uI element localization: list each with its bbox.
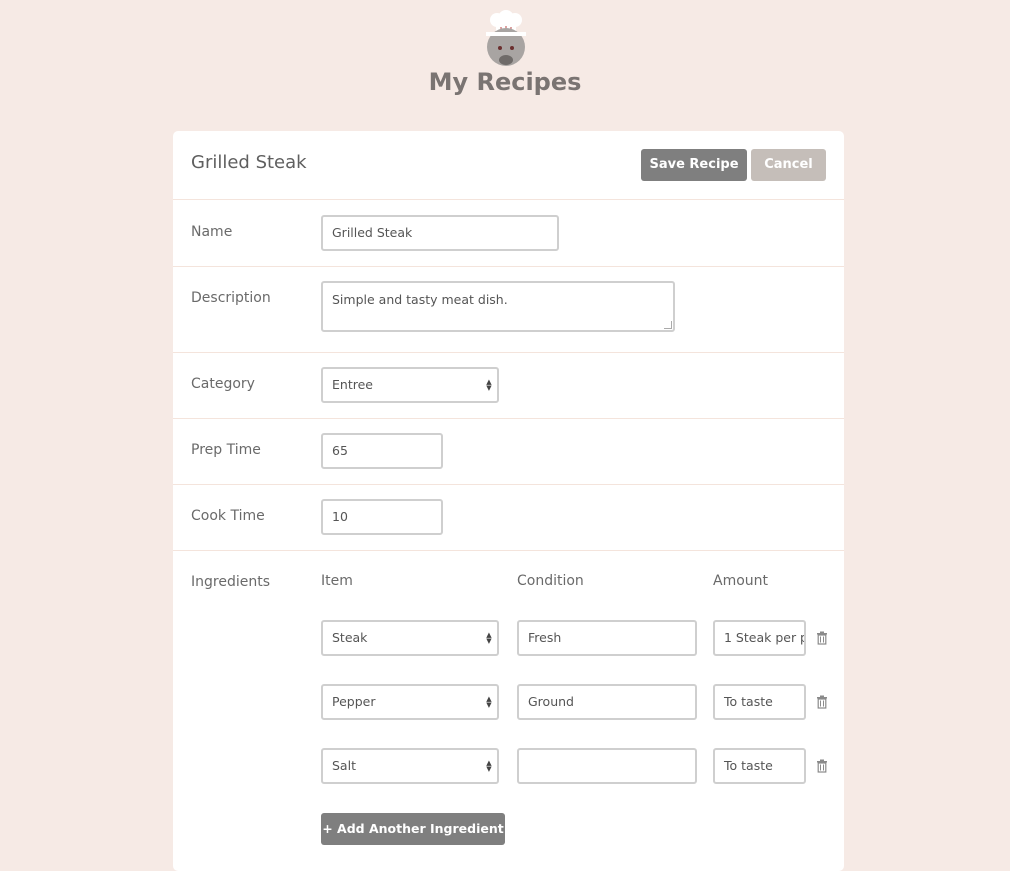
category-selected-value: Entree	[332, 377, 373, 392]
ingredient-condition-input[interactable]: Fresh	[517, 620, 697, 656]
trash-icon[interactable]	[816, 695, 828, 709]
category-row: Category Entree ▲ ▼	[173, 353, 844, 419]
description-row: Description Simple and tasty meat dish.	[173, 267, 844, 353]
cook-time-input[interactable]: 10	[321, 499, 443, 535]
ingredient-item-select[interactable]: Steak ▲ ▼	[321, 620, 499, 656]
ingredient-amount-input[interactable]: To taste	[713, 684, 806, 720]
ingredient-condition-input[interactable]: Ground	[517, 684, 697, 720]
chef-icon	[483, 10, 529, 66]
ingredient-item-value: Pepper	[332, 694, 376, 709]
ingredient-item-select[interactable]: Pepper ▲ ▼	[321, 684, 499, 720]
cook-time-label: Cook Time	[191, 508, 265, 524]
name-label: Name	[191, 224, 233, 240]
select-arrows-icon: ▲ ▼	[486, 759, 492, 773]
ingredients-section: Ingredients Item Condition Amount Steak …	[173, 551, 844, 871]
ingredient-amount-input[interactable]: 1 Steak per person	[713, 620, 806, 656]
add-ingredient-button[interactable]: + Add Another Ingredient	[321, 813, 505, 845]
app-header: My Recipes	[0, 0, 1010, 110]
select-arrows-icon: ▲ ▼	[486, 695, 492, 709]
ingredient-item-value: Salt	[332, 758, 356, 773]
name-input[interactable]: Grilled Steak	[321, 215, 559, 251]
resize-handle-icon[interactable]	[664, 321, 672, 329]
category-select[interactable]: Entree ▲ ▼	[321, 367, 499, 403]
ingredients-label: Ingredients	[191, 574, 270, 590]
cook-time-row: Cook Time 10	[173, 485, 844, 551]
name-row: Name Grilled Steak	[173, 201, 844, 267]
select-arrows-icon: ▲ ▼	[486, 378, 492, 392]
app-title: My Recipes	[428, 68, 582, 96]
trash-icon[interactable]	[816, 759, 828, 773]
prep-time-label: Prep Time	[191, 442, 261, 458]
cancel-button[interactable]: Cancel	[751, 149, 826, 181]
recipe-title: Grilled Steak	[191, 152, 307, 173]
recipe-editor-card: Grilled Steak Save Recipe Cancel Name Gr…	[173, 131, 844, 871]
column-header-item: Item	[321, 573, 353, 589]
select-arrows-icon: ▲ ▼	[486, 631, 492, 645]
ingredient-amount-input[interactable]: To taste	[713, 748, 806, 784]
description-textarea[interactable]: Simple and tasty meat dish.	[321, 281, 675, 332]
description-text: Simple and tasty meat dish.	[332, 292, 508, 307]
column-header-condition: Condition	[517, 573, 584, 589]
prep-time-row: Prep Time 65	[173, 419, 844, 485]
ingredient-item-value: Steak	[332, 630, 368, 645]
save-recipe-button[interactable]: Save Recipe	[641, 149, 747, 181]
card-header: Grilled Steak Save Recipe Cancel	[173, 131, 844, 200]
prep-time-input[interactable]: 65	[321, 433, 443, 469]
description-label: Description	[191, 290, 271, 306]
ingredient-item-select[interactable]: Salt ▲ ▼	[321, 748, 499, 784]
column-header-amount: Amount	[713, 573, 769, 589]
trash-icon[interactable]	[816, 631, 828, 645]
category-label: Category	[191, 376, 255, 392]
ingredient-condition-input[interactable]	[517, 748, 697, 784]
